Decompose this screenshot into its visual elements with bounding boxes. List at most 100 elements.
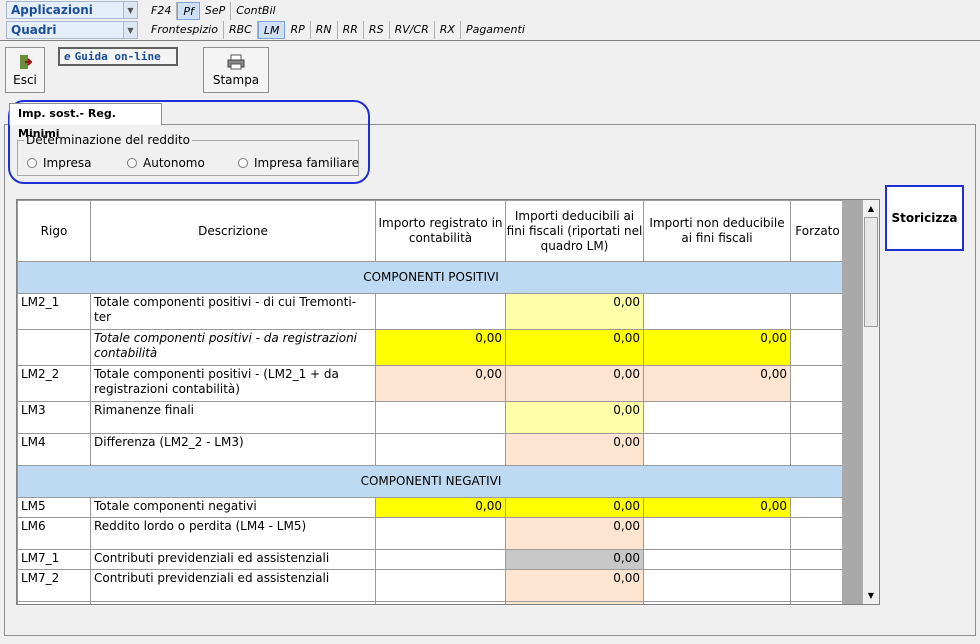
grid-filler (842, 200, 862, 604)
table-row: LM7_1 Contributi previdenziali ed assist… (17, 549, 845, 570)
cell-importo[interactable]: 0,00 (375, 329, 506, 366)
cell-rigo: LM2_2 (17, 365, 91, 402)
scroll-thumb[interactable] (864, 217, 878, 327)
nav-lm[interactable]: LM (257, 21, 286, 39)
nav-sep[interactable]: SeP (200, 2, 232, 20)
table-row: LM3 Rimanenze finali 0,00 (17, 401, 845, 434)
cell-desc: Rimanenze finali (90, 401, 376, 434)
nav-rvcr[interactable]: RV/CR (390, 21, 435, 39)
header-importo-registrato: Importo registrato in contabilità (375, 200, 506, 262)
cell-importo[interactable]: 0,00 (375, 365, 506, 402)
cell-rigo: LM5 (17, 497, 91, 518)
cell-importo[interactable] (375, 293, 506, 330)
chevron-down-icon[interactable]: ▼ (123, 2, 137, 18)
app-nav: F24 Pf SeP ContBil (146, 2, 281, 20)
quadri-nav: Frontespizio RBC LM RP RN RR RS RV/CR RX… (146, 21, 530, 39)
cell-deducibili[interactable]: 0,00 (505, 293, 644, 330)
table-header: Rigo Descrizione Importo registrato in c… (17, 200, 845, 262)
cell-deducibili[interactable]: 0,00 (505, 401, 644, 434)
nav-rn[interactable]: RN (311, 21, 338, 39)
nav-f24[interactable]: F24 (146, 2, 178, 20)
nav-rp[interactable]: RP (285, 21, 311, 39)
tab-imp-sost[interactable]: Imp. sost.- Reg. Minimi (9, 103, 162, 140)
cell-forzato[interactable] (790, 329, 845, 366)
cell-deducibili[interactable]: 0,00 (505, 549, 644, 570)
table-row: LM2_1 Totale componenti positivi - di cu… (17, 293, 845, 330)
cell-importo[interactable] (375, 401, 506, 434)
header-descrizione: Descrizione (90, 200, 376, 262)
table-row: LM6 Reddito lordo o perdita (LM4 - LM5) … (17, 517, 845, 550)
cell-non-deducibili[interactable] (643, 569, 791, 602)
cell-rigo: LM3 (17, 401, 91, 434)
cell-importo[interactable] (375, 433, 506, 466)
applicazioni-select[interactable]: Applicazioni ▼ (6, 1, 138, 19)
cell-forzato[interactable] (790, 497, 845, 518)
cell-non-deducibili[interactable]: 0,00 (643, 497, 791, 518)
cell-forzato[interactable] (790, 601, 845, 604)
cell-desc: Totale componenti positivi - (LM2_1 + da… (90, 365, 376, 402)
table-row: Totale componenti positivi - da registra… (17, 329, 845, 366)
cell-deducibili[interactable]: 0,00 (505, 497, 644, 518)
cell-non-deducibili[interactable]: 0,00 (643, 365, 791, 402)
cell-importo[interactable] (375, 569, 506, 602)
cell-non-deducibili[interactable]: 0,00 (643, 329, 791, 366)
cell-non-deducibili[interactable] (643, 517, 791, 550)
cell-forzato[interactable] (790, 517, 845, 550)
cell-rigo: LM7_2 (17, 569, 91, 602)
cell-non-deducibili[interactable] (643, 433, 791, 466)
cell-forzato[interactable] (790, 365, 845, 402)
cell-forzato[interactable] (790, 569, 845, 602)
cell-forzato[interactable] (790, 293, 845, 330)
table-row: LM2_2 Totale componenti positivi - (LM2_… (17, 365, 845, 402)
cell-rigo (17, 329, 91, 366)
guida-online-button[interactable]: e Guida on-line (58, 47, 178, 66)
cell-deducibili[interactable]: 0,00 (505, 517, 644, 550)
quadri-select[interactable]: Quadri ▼ (6, 21, 138, 39)
chevron-down-icon[interactable]: ▼ (123, 22, 137, 38)
nav-rs[interactable]: RS (364, 21, 390, 39)
nav-pf[interactable]: Pf (177, 2, 200, 20)
cell-non-deducibili[interactable] (643, 293, 791, 330)
cell-rigo: LM4 (17, 433, 91, 466)
cell-desc: Reddito lordo o perdita (LM4 - LM5) (90, 517, 376, 550)
nav-contbil[interactable]: ContBil (231, 2, 280, 20)
cell-importo[interactable]: 0,00 (375, 497, 506, 518)
cell-non-deducibili[interactable] (643, 601, 791, 604)
cell-deducibili[interactable]: 0,00 (505, 569, 644, 602)
cell-desc: Totale componenti negativi (90, 497, 376, 518)
cell-forzato[interactable] (790, 549, 845, 570)
lm-table: Rigo Descrizione Importo registrato in c… (17, 200, 845, 604)
scroll-down-icon[interactable]: ▼ (863, 587, 879, 604)
cell-non-deducibili[interactable] (643, 401, 791, 434)
cell-deducibili[interactable]: 0,00 (505, 329, 644, 366)
cell-desc: Totale componenti positivi - da registra… (90, 329, 376, 366)
cell-rigo: LM6 (17, 517, 91, 550)
cell-deducibili[interactable] (505, 601, 644, 604)
nav-rx[interactable]: RX (435, 21, 461, 39)
nav-rbc[interactable]: RBC (224, 21, 258, 39)
nav-rr[interactable]: RR (338, 21, 364, 39)
data-grid: Rigo Descrizione Importo registrato in c… (16, 199, 880, 605)
cell-desc: Differenza (LM2_2 - LM3) (90, 433, 376, 466)
vertical-scrollbar[interactable]: ▲ ▼ (862, 200, 879, 604)
cell-forzato[interactable] (790, 433, 845, 466)
cell-importo[interactable] (375, 601, 506, 604)
header-forzato: Forzato (790, 200, 845, 262)
cell-desc: Contributi previdenziali ed assistenzial… (90, 569, 376, 602)
storicizza-button[interactable]: Storicizza (885, 185, 964, 251)
cell-desc: Totale componenti positivi - di cui Trem… (90, 293, 376, 330)
header-importi-deducibili: Importi deducibili ai fini fiscali (ripo… (505, 200, 644, 262)
cell-deducibili[interactable]: 0,00 (505, 365, 644, 402)
cell-non-deducibili[interactable] (643, 549, 791, 570)
stampa-button[interactable]: Stampa (203, 47, 269, 93)
cell-importo[interactable] (375, 517, 506, 550)
table-row: LM7_2 Contributi previdenziali ed assist… (17, 569, 845, 602)
cell-deducibili[interactable]: 0,00 (505, 433, 644, 466)
cell-importo[interactable] (375, 549, 506, 570)
nav-pagamenti[interactable]: Pagamenti (461, 21, 530, 39)
cell-forzato[interactable] (790, 401, 845, 434)
esci-button[interactable]: Esci (5, 47, 45, 93)
browser-icon: e (64, 50, 71, 63)
nav-frontespizio[interactable]: Frontespizio (146, 21, 224, 39)
scroll-up-icon[interactable]: ▲ (863, 200, 879, 217)
